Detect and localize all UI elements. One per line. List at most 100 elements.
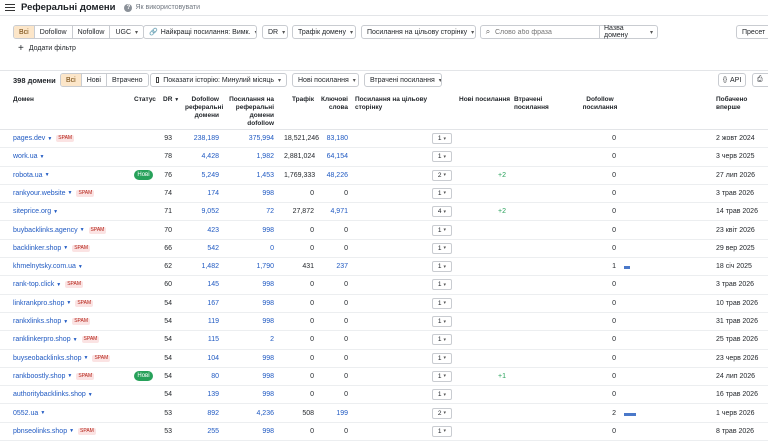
col-new-links[interactable]: Нові посилання	[459, 96, 511, 104]
keywords-value[interactable]: 4,971	[320, 208, 348, 215]
links-to-ref-value[interactable]: 72	[228, 208, 274, 215]
dofollow-domains-value[interactable]: 542	[185, 245, 219, 252]
target-links-dropdown[interactable]: 1 ▾	[432, 389, 452, 401]
keywords-value[interactable]: 48,226	[320, 172, 348, 179]
target-links-dropdown[interactable]: 1 ▾	[432, 261, 452, 273]
best-links-dropdown[interactable]: 🔗 Найкращі посилання: Вимк. ▾	[143, 25, 257, 39]
domain-link[interactable]: robota.ua ▼	[13, 172, 50, 179]
domain-link[interactable]: pages.dev ▼ SPAM	[13, 135, 75, 142]
col-domain[interactable]: Домен	[13, 96, 34, 104]
target-links-dropdown[interactable]: 1 ▾	[432, 370, 452, 382]
dofollow-domains-value[interactable]: 5,249	[185, 172, 219, 179]
dofollow-domains-value[interactable]: 423	[185, 227, 219, 234]
domain-link[interactable]: authoritybacklinks.shop ▼	[13, 391, 93, 398]
dofollow-domains-value[interactable]: 119	[185, 318, 219, 325]
traffic-dropdown[interactable]: Трафік домену ▾	[292, 25, 356, 39]
target-links-dropdown[interactable]: 2 ▾	[432, 407, 452, 419]
domain-link[interactable]: rankxlinks.shop ▼ SPAM	[13, 318, 91, 325]
target-links-dropdown[interactable]: 1 ▾	[432, 352, 452, 364]
col-keywords[interactable]: Ключові слова	[320, 96, 348, 112]
presets-button[interactable]: Пресет	[736, 25, 768, 39]
col-first-seen[interactable]: Побачено вперше	[716, 96, 760, 112]
links-to-ref-value[interactable]: 998	[228, 190, 274, 197]
target-links-dropdown[interactable]: 1 ▾	[432, 279, 452, 291]
target-page-dropdown[interactable]: Посилання на цільову сторінку ▾	[361, 25, 476, 39]
dofollow-domains-value[interactable]: 238,189	[185, 135, 219, 142]
api-button[interactable]: {} API	[718, 73, 747, 87]
target-links-dropdown[interactable]: 1 ▾	[432, 151, 452, 163]
target-links-dropdown[interactable]: 4 ▾	[432, 206, 452, 218]
domain-link[interactable]: work.ua ▼	[13, 153, 44, 160]
target-links-dropdown[interactable]: 1 ▾	[432, 133, 452, 144]
domain-link[interactable]: buyseobacklinks.shop ▼ SPAM	[13, 354, 111, 362]
link-type-nofollow[interactable]: Nofollow	[72, 26, 111, 38]
domain-link[interactable]: ranklinkerpro.shop ▼ SPAM	[13, 336, 100, 344]
link-type-ugc[interactable]: UGC ▾	[110, 26, 144, 38]
dofollow-domains-value[interactable]: 104	[185, 355, 219, 362]
tab-new[interactable]: Нові	[81, 74, 107, 86]
col-links-to-ref[interactable]: Посилання на реферальні домени dofollow	[228, 96, 274, 128]
dofollow-domains-value[interactable]: 255	[185, 428, 219, 435]
links-to-ref-value[interactable]: 998	[228, 227, 274, 234]
domain-link[interactable]: pbnseolinks.shop ▼ SPAM	[13, 427, 96, 435]
col-dofollow-links[interactable]: Dofollow посилання	[578, 96, 622, 112]
domain-link[interactable]: siteprice.org ▼	[13, 208, 58, 215]
export-button[interactable]: ⎙	[752, 73, 768, 87]
dofollow-domains-value[interactable]: 4,428	[185, 153, 219, 160]
history-dropdown[interactable]: Показати історію: Минулий місяць ▾	[150, 73, 287, 87]
dofollow-domains-value[interactable]: 1,482	[185, 263, 219, 270]
col-target-links[interactable]: Посилання на цільову сторінку	[355, 96, 455, 112]
dofollow-domains-value[interactable]: 174	[185, 190, 219, 197]
links-to-ref-value[interactable]: 998	[228, 318, 274, 325]
col-traffic[interactable]: Трафік	[284, 96, 314, 104]
links-to-ref-value[interactable]: 998	[228, 300, 274, 307]
keywords-value[interactable]: 237	[320, 263, 348, 270]
domain-link[interactable]: backlinker.shop ▼ SPAM	[13, 244, 91, 252]
help-link[interactable]: ? Як використовувати	[124, 3, 200, 12]
links-to-ref-value[interactable]: 1,982	[228, 153, 274, 160]
domain-link[interactable]: 0552.ua ▼	[13, 410, 45, 417]
target-links-dropdown[interactable]: 1 ▾	[432, 224, 452, 236]
links-to-ref-value[interactable]: 998	[228, 355, 274, 362]
keywords-value[interactable]: 64,154	[320, 153, 348, 160]
links-to-ref-value[interactable]: 4,236	[228, 410, 274, 417]
add-filter-button[interactable]: + Додати фільтр	[18, 43, 76, 54]
dr-dropdown[interactable]: DR ▾	[262, 25, 288, 39]
target-links-dropdown[interactable]: 1 ▾	[432, 316, 452, 327]
domain-link[interactable]: rankyour.website ▼ SPAM	[13, 189, 95, 197]
target-links-dropdown[interactable]: 1 ▾	[432, 242, 452, 254]
links-to-ref-value[interactable]: 375,994	[228, 135, 274, 142]
target-links-dropdown[interactable]: 1 ▾	[432, 297, 452, 309]
links-to-ref-value[interactable]: 2	[228, 336, 274, 343]
links-to-ref-value[interactable]: 1,453	[228, 172, 274, 179]
target-links-dropdown[interactable]: 1 ▾	[432, 187, 452, 199]
col-dr[interactable]: DR ▼	[163, 96, 179, 104]
domain-link[interactable]: buybacklinks.agency ▼ SPAM	[13, 226, 107, 234]
dofollow-domains-value[interactable]: 115	[185, 336, 219, 343]
dofollow-domains-value[interactable]: 139	[185, 391, 219, 398]
col-status[interactable]: Статус	[134, 96, 156, 104]
links-to-ref-value[interactable]: 998	[228, 391, 274, 398]
tab-all[interactable]: Всі	[61, 74, 82, 86]
links-to-ref-value[interactable]: 0	[228, 245, 274, 252]
tab-lost[interactable]: Втрачено	[106, 74, 148, 86]
search-scope-dropdown[interactable]: Назва домену ▾	[599, 25, 657, 39]
new-links-dropdown[interactable]: Нові посилання ▾	[292, 73, 359, 87]
search-input[interactable]	[495, 26, 599, 38]
domain-link[interactable]: rankboostly.shop ▼ SPAM	[13, 372, 95, 380]
domain-link[interactable]: khmelnytsky.com.ua ▼	[13, 263, 83, 270]
col-dofollow[interactable]: Dofollow реферальні домени	[185, 96, 223, 120]
target-links-dropdown[interactable]: 2 ▾	[432, 169, 452, 181]
keywords-value[interactable]: 83,180	[320, 135, 348, 142]
domain-link[interactable]: linkrankpro.shop ▼ SPAM	[13, 299, 94, 307]
link-type-all[interactable]: Всі	[14, 26, 35, 38]
dofollow-domains-value[interactable]: 145	[185, 281, 219, 288]
dofollow-domains-value[interactable]: 167	[185, 300, 219, 307]
target-links-dropdown[interactable]: 1 ▾	[432, 334, 452, 346]
col-lost-links[interactable]: Втрачені посилання	[514, 96, 578, 112]
links-to-ref-value[interactable]: 998	[228, 373, 274, 380]
dofollow-domains-value[interactable]: 9,052	[185, 208, 219, 215]
links-to-ref-value[interactable]: 998	[228, 428, 274, 435]
target-links-dropdown[interactable]: 1 ▾	[432, 425, 452, 437]
lost-links-dropdown[interactable]: Втрачені посилання ▾	[364, 73, 442, 87]
